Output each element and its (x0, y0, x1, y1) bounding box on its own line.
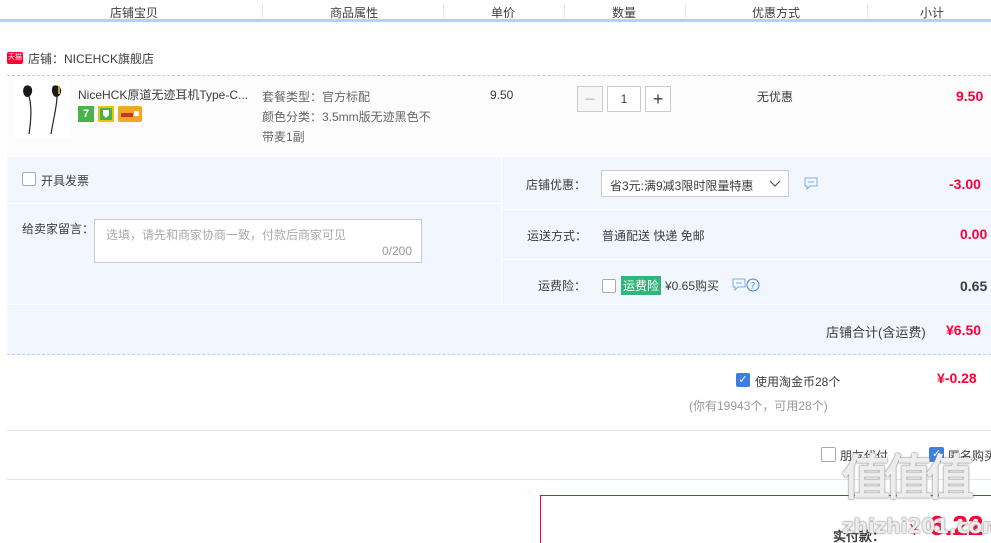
header-subtotal: 小计 (920, 6, 945, 20)
seven-day-return-icon[interactable]: 7 (78, 106, 94, 122)
shipping-amount: 0.00 (960, 226, 988, 242)
watermark-logo: 值值值 (842, 450, 974, 506)
header-attr: 商品属性 (330, 6, 379, 20)
panel-divider (502, 259, 991, 260)
friend-pay-checkbox[interactable] (821, 447, 836, 462)
panel-divider (501, 157, 502, 304)
coin-note: (你有19943个，可用28个) (689, 399, 828, 413)
coin-checkbox[interactable]: ✓ (736, 373, 750, 387)
attr-color-cont: 带麦1副 (262, 130, 305, 144)
chevron-down-icon (769, 177, 781, 192)
invoice-checkbox[interactable] (22, 172, 36, 186)
header-price: 单价 (491, 6, 516, 20)
product-title[interactable]: NiceHCK原道无迹耳机Type-C... (78, 86, 248, 103)
shop-discount-value: 省3元:满9减3限时限量特惠 (610, 179, 754, 193)
decrease-qty-button[interactable]: − (577, 86, 603, 112)
insurance-label: 运费险： (538, 279, 587, 293)
header-item: 店铺宝贝 (110, 6, 159, 20)
credit-card-icon[interactable] (118, 106, 142, 122)
insurance-amount: 0.65 (960, 278, 988, 294)
increase-qty-button[interactable]: + (645, 86, 671, 112)
header-divider (564, 4, 565, 18)
svg-text:?: ? (751, 282, 756, 292)
watermark-text: zhizhi201.com (842, 514, 991, 538)
attr-package: 套餐类型：官方标配 (262, 90, 371, 104)
insurance-tag: 运费险 (621, 276, 662, 295)
table-header: 店铺宝贝 商品属性 单价 数量 优惠方式 小计 (0, 0, 991, 22)
discount-method: 无优惠 (757, 90, 794, 104)
shop-total-label: 店铺合计(含运费) (826, 325, 926, 340)
coin-label[interactable]: 使用淘金币28个 (755, 373, 840, 390)
header-divider (443, 4, 444, 18)
message-counter: 0/200 (381, 244, 412, 258)
panel-divider (502, 209, 991, 210)
message-label: 给卖家留言： (22, 222, 95, 236)
invoice-label[interactable]: 开具发票 (41, 172, 89, 189)
attr-color: 颜色分类：3.5mm版无迹黑色不 (262, 110, 431, 124)
item-subtotal: 9.50 (956, 88, 984, 104)
shipping-label: 运送方式： (527, 229, 588, 243)
message-bubble-icon[interactable] (804, 177, 818, 193)
unit-price: 9.50 (490, 88, 514, 102)
product-image[interactable] (15, 80, 70, 138)
coin-value: ¥-0.28 (937, 370, 977, 386)
message-textarea[interactable]: 选填，请先和商家协商一致，付款后商家可见 0/200 (94, 219, 422, 263)
shop-name[interactable]: 店铺：NICEHCK旗舰店 (28, 50, 154, 67)
message-placeholder: 选填，请先和商家协商一致，付款后商家可见 (106, 228, 347, 242)
help-icon[interactable]: ? (746, 278, 760, 295)
shop-discount-amount: -3.00 (949, 176, 981, 192)
shop-total-value: ¥6.50 (946, 322, 982, 338)
panel-divider (7, 203, 501, 204)
header-divider (867, 4, 868, 18)
header-discount: 优惠方式 (752, 6, 801, 20)
shop-discount-select[interactable]: 省3元:满9减3限时限量特惠 (601, 170, 789, 197)
header-qty: 数量 (612, 6, 637, 20)
shipping-method: 普通配送 快递 免邮 (602, 229, 705, 243)
shop-discount-label: 店铺优惠： (526, 178, 587, 192)
insurance-price: ¥0.65购买 (665, 279, 720, 293)
header-divider (262, 4, 263, 18)
divider (7, 430, 991, 431)
tmall-badge-icon: 天猫 (7, 52, 23, 64)
message-bubble-icon[interactable] (732, 278, 746, 294)
header-divider (685, 4, 686, 18)
insurance-checkbox[interactable] (602, 279, 616, 293)
guarantee-icon[interactable] (98, 106, 114, 122)
quantity-input[interactable]: 1 (607, 86, 641, 112)
